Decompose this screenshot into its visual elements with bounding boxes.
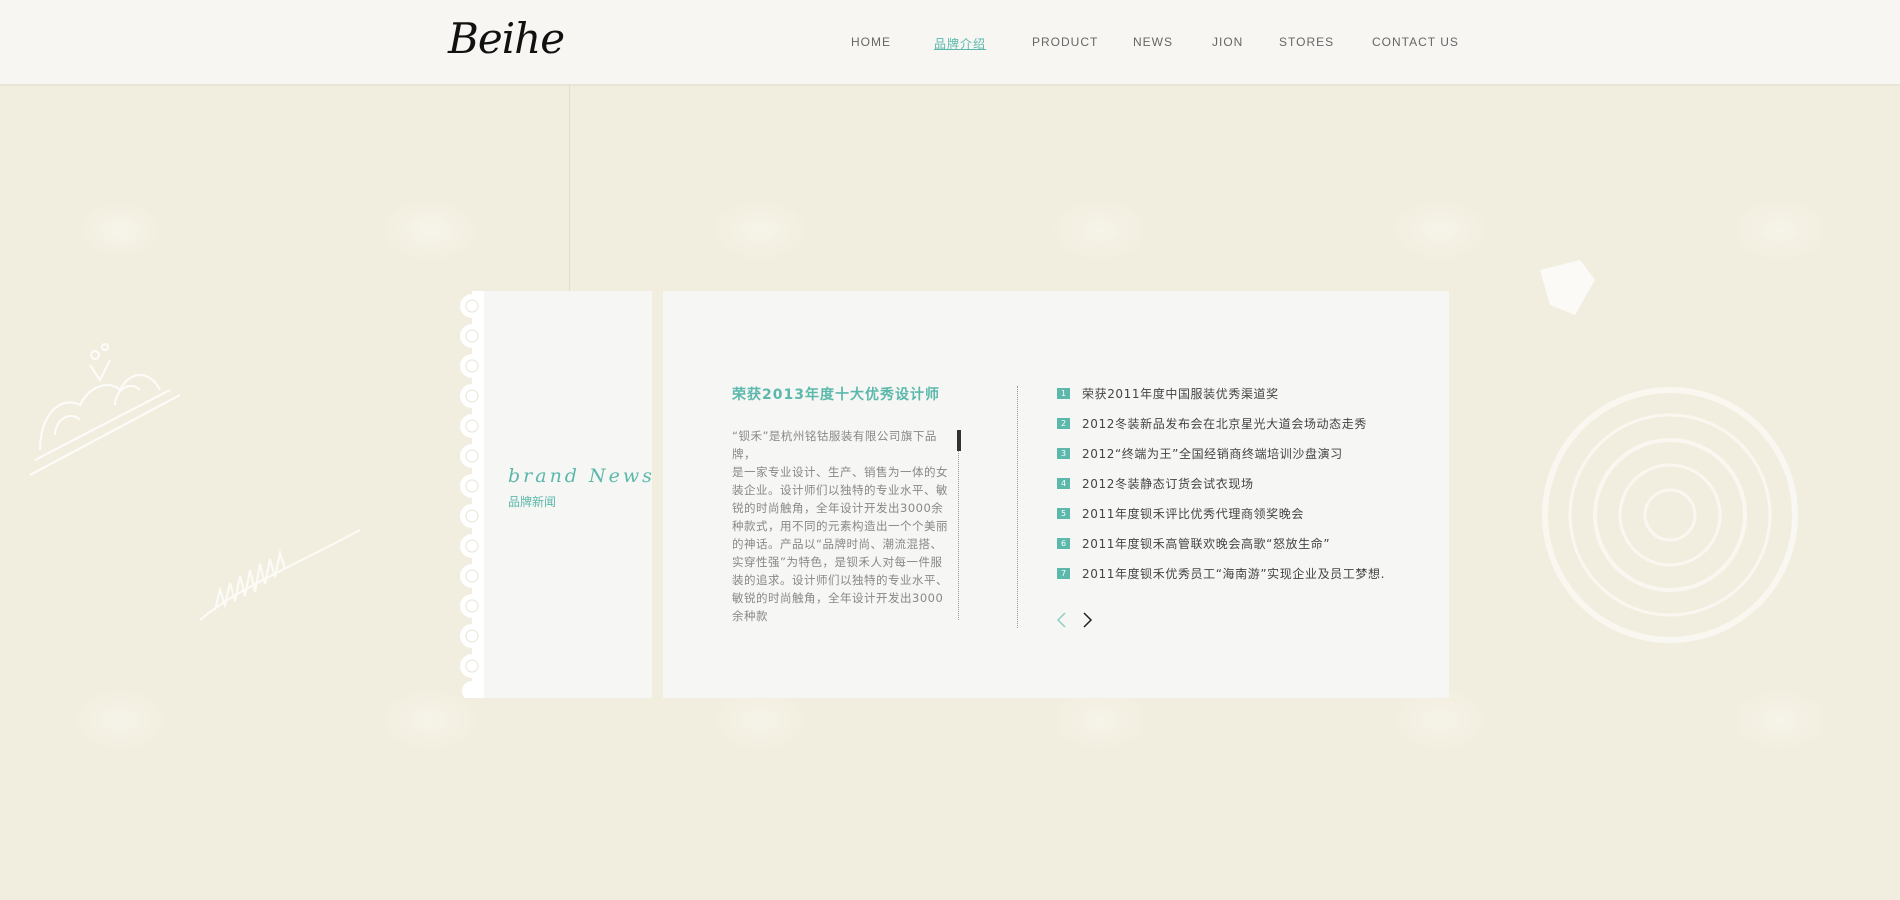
chevron-left-icon[interactable] <box>1055 611 1069 629</box>
brand-logo[interactable]: Beihe <box>448 14 565 63</box>
news-number-badge: 1 <box>1057 388 1070 399</box>
news-link[interactable]: 2012冬装新品发布会在北京星光大道会场动态走秀 <box>1082 415 1367 432</box>
news-link[interactable]: 2011年度钡禾评比优秀代理商领奖晚会 <box>1082 505 1304 522</box>
chevron-right-icon[interactable] <box>1080 611 1094 629</box>
nav-news[interactable]: NEWS <box>1133 35 1173 49</box>
article-body: “钡禾”是杭州铭钴服装有限公司旗下品牌， 是一家专业设计、生产、销售为一体的女装… <box>732 429 948 623</box>
site-header: Beihe HOME 品牌介绍 PRODUCT NEWS JION STORES… <box>0 0 1900 84</box>
lace-fragment-decoration <box>1540 260 1595 315</box>
nav-contact-us[interactable]: CONTACT US <box>1372 35 1459 49</box>
news-link[interactable]: 2012冬装静态订货会试衣现场 <box>1082 475 1254 492</box>
news-number-badge: 2 <box>1057 418 1070 429</box>
article-scrollbar-track[interactable] <box>958 430 959 620</box>
nav-join[interactable]: JION <box>1212 35 1243 49</box>
news-number-badge: 3 <box>1057 448 1070 459</box>
news-number-badge: 7 <box>1057 568 1070 579</box>
article-title[interactable]: 荣获2013年度十大优秀设计师 <box>732 384 940 404</box>
news-number-badge: 5 <box>1057 508 1070 519</box>
nav-product[interactable]: PRODUCT <box>1032 35 1098 49</box>
article-scrollbar-thumb[interactable] <box>957 430 961 451</box>
news-link[interactable]: 2012“终端为王”全国经销商终端培训沙盘演习 <box>1082 445 1343 462</box>
nav-stores[interactable]: STORES <box>1279 35 1334 49</box>
news-link[interactable]: 2011年度钡禾优秀员工“海南游”实现企业及员工梦想. <box>1082 565 1385 582</box>
news-number-badge: 4 <box>1057 478 1070 489</box>
lace-crown-decoration <box>29 343 181 476</box>
nav-home[interactable]: HOME <box>851 35 891 49</box>
news-link[interactable]: 荣获2011年度中国服装优秀渠道奖 <box>1082 385 1279 402</box>
news-number-badge: 6 <box>1057 538 1070 549</box>
nav-brand-intro[interactable]: 品牌介绍 <box>934 35 986 52</box>
brand-news-title-cn: 品牌新闻 <box>508 495 557 509</box>
lace-edge-decoration <box>460 291 486 698</box>
brand-news-title-en: brand News <box>508 465 655 487</box>
round-lace-doily-decoration <box>1542 387 1798 643</box>
lace-trim-decoration <box>199 529 361 621</box>
news-link[interactable]: 2011年度钡禾高管联欢晚会高歌“怒放生命” <box>1082 535 1330 552</box>
panel-divider <box>1017 386 1018 628</box>
